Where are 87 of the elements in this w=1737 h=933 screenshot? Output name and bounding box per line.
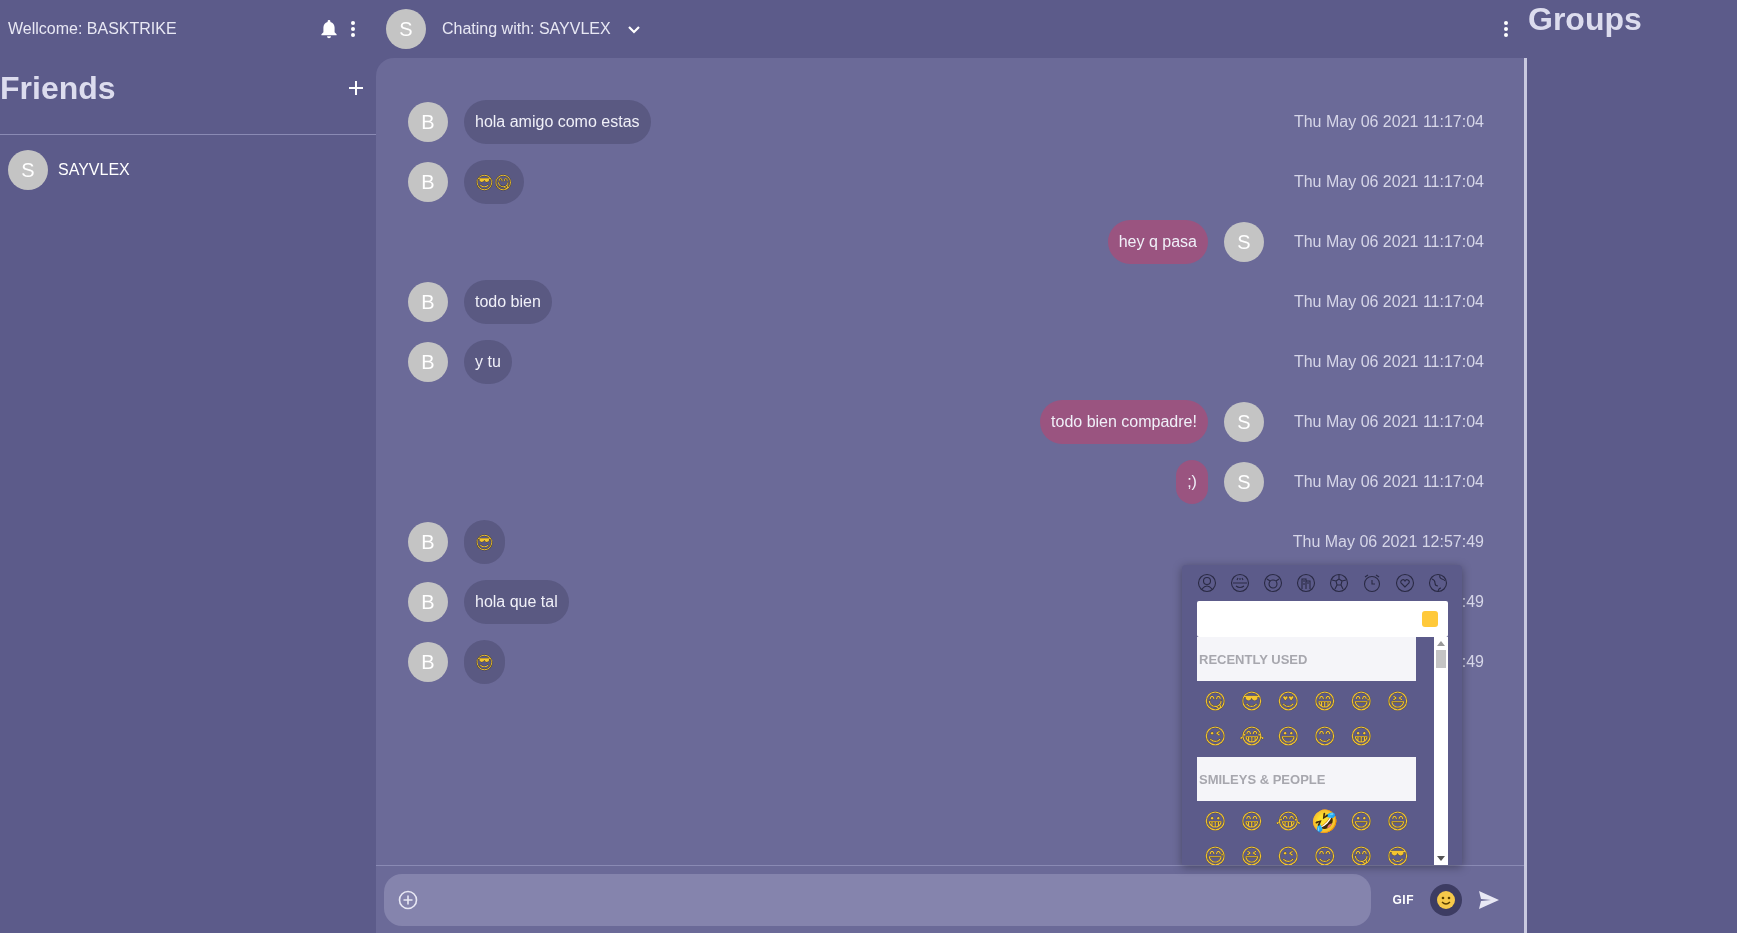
smiley-icon (1436, 889, 1456, 910)
friend-item[interactable]: S SAYVLEX (0, 135, 376, 205)
sender-avatar: B (408, 102, 448, 142)
emoji-item[interactable]: 😎 (1379, 842, 1416, 865)
message-timestamp: Thu May 06 2021 12:57:49 (1292, 533, 1484, 551)
emoji-item[interactable]: 😃 (1343, 807, 1380, 836)
emoji-item[interactable]: 😄 (1379, 807, 1416, 836)
emoji-item[interactable]: 😋 (1197, 687, 1234, 716)
welcome-text: Wellcome: BASKTRIKE (8, 20, 178, 38)
emoji-category-icon[interactable] (1230, 573, 1250, 593)
emoji-item[interactable]: 😆 (1233, 842, 1270, 865)
emoji-item[interactable]: 😃 (1270, 722, 1307, 751)
message-timestamp: Thu May 06 2021 11:17:04 (1293, 293, 1484, 311)
message-bubble: y tu (464, 340, 512, 384)
friends-title: Friends (0, 69, 116, 107)
message-bubble: hola amigo como estas (464, 100, 651, 144)
add-circle-icon[interactable] (398, 889, 418, 910)
scroll-down-icon[interactable] (1437, 856, 1445, 861)
sender-avatar: S (1223, 462, 1264, 502)
emoji-category-icon[interactable] (1263, 573, 1283, 593)
emoji-item[interactable]: 😎 (1233, 687, 1270, 716)
emoji-category-icon[interactable] (1197, 573, 1217, 593)
emoji-item[interactable]: 😋 (1343, 842, 1380, 865)
skin-tone-button[interactable] (1422, 611, 1438, 627)
emoji-category-icon[interactable] (1428, 573, 1448, 593)
contact-avatar: S (386, 9, 426, 49)
emoji-item[interactable]: 😅 (1343, 687, 1380, 716)
emoji-item[interactable]: 😂 (1233, 722, 1270, 751)
scrollbar[interactable] (1434, 637, 1448, 865)
message-bubble: hola que tal (464, 580, 569, 624)
emoji-item[interactable]: 😅 (1197, 842, 1234, 865)
message-timestamp: :49 (1461, 593, 1484, 611)
message-bubble: 😎 (464, 520, 505, 564)
message-bubble: 😎😋 (464, 160, 524, 204)
sender-avatar: B (408, 342, 448, 382)
message-bubble: 😎 (464, 640, 505, 684)
message-timestamp: Thu May 06 2021 11:17:04 (1293, 353, 1484, 371)
emoji-section-header: RECENTLY USED (1197, 637, 1416, 681)
message-timestamp: Thu May 06 2021 11:17:04 (1293, 173, 1484, 191)
emoji-category-icon[interactable] (1395, 573, 1415, 593)
emoji-item[interactable]: 😉 (1197, 722, 1234, 751)
message-bubble: hey q pasa (1107, 220, 1208, 264)
message-timestamp: Thu May 06 2021 11:17:04 (1293, 233, 1484, 251)
emoji-item[interactable]: 😊 (1306, 842, 1343, 865)
emoji-item[interactable]: 😊 (1306, 722, 1343, 751)
chevron-down-icon[interactable] (626, 24, 641, 34)
gif-button[interactable]: GIF (1392, 892, 1414, 907)
scroll-up-icon[interactable] (1437, 641, 1445, 646)
more-options-icon[interactable] (1503, 20, 1509, 38)
emoji-item[interactable]: 😀 (1343, 722, 1380, 751)
sender-avatar: B (408, 162, 448, 202)
message-timestamp: Thu May 06 2021 11:17:04 (1293, 113, 1484, 131)
plus-icon[interactable] (348, 80, 364, 96)
message-timestamp: Thu May 06 2021 11:17:04 (1293, 413, 1484, 431)
groups-title: Groups (1528, 0, 1643, 38)
emoji-item[interactable]: 🤣 (1306, 807, 1343, 836)
emoji-item[interactable]: 😆 (1379, 687, 1416, 716)
emoji-section-header: SMILEYS & PEOPLE (1197, 757, 1416, 801)
emoji-search-field[interactable] (1197, 601, 1448, 637)
message-timestamp: :49 (1461, 653, 1484, 671)
emoji-category-icon[interactable] (1296, 573, 1316, 593)
message-bubble: todo bien (464, 280, 552, 324)
sender-avatar: B (408, 582, 448, 622)
more-options-icon[interactable] (350, 20, 356, 38)
sender-avatar: B (408, 282, 448, 322)
bell-icon[interactable] (320, 19, 338, 39)
emoji-button[interactable] (1430, 883, 1462, 916)
emoji-item[interactable]: 😀 (1197, 807, 1234, 836)
emoji-item[interactable]: 😂 (1270, 807, 1307, 836)
message-timestamp: Thu May 06 2021 11:17:04 (1293, 473, 1484, 491)
sender-avatar: S (1223, 222, 1264, 262)
scroll-thumb[interactable] (1436, 650, 1446, 668)
emoji-item[interactable]: 😉 (1270, 842, 1307, 865)
send-icon[interactable] (1478, 889, 1500, 910)
message-bubble: ;) (1176, 460, 1208, 504)
message-bubble: todo bien compadre! (1040, 400, 1208, 444)
sender-avatar: B (408, 522, 448, 562)
emoji-item[interactable]: 😁 (1233, 807, 1270, 836)
emoji-item[interactable]: 😁 (1306, 687, 1343, 716)
friend-avatar: S (8, 150, 48, 190)
emoji-category-icon[interactable] (1329, 573, 1349, 593)
sender-avatar: B (408, 642, 448, 682)
message-input-field[interactable] (384, 873, 1371, 926)
chat-title: Chating with: SAYVLEX (442, 20, 611, 38)
emoji-item[interactable]: 😍 (1270, 687, 1307, 716)
sender-avatar: S (1223, 402, 1264, 442)
emoji-category-icon[interactable] (1362, 573, 1382, 593)
